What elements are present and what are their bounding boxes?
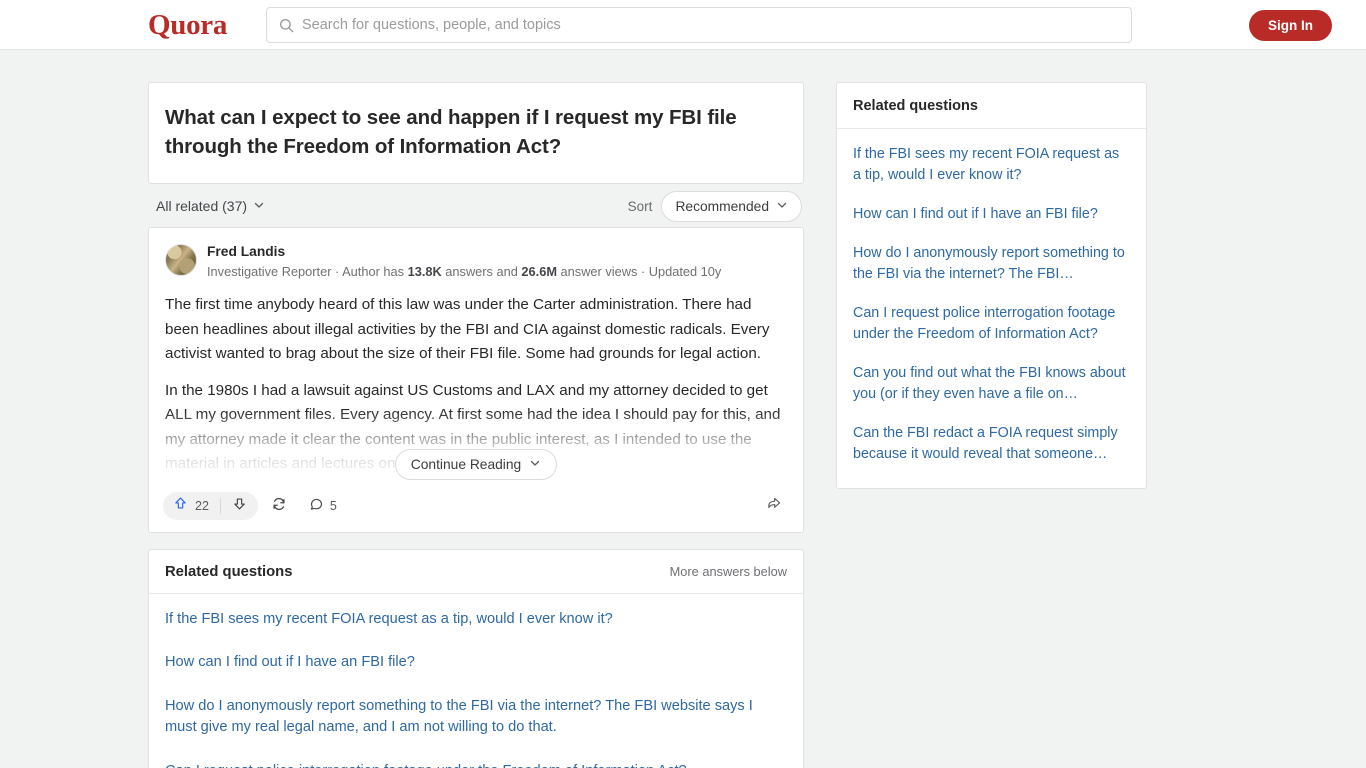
top-navigation-bar: Quora Sign In	[0, 0, 1366, 50]
avatar[interactable]	[165, 244, 197, 276]
upvote-button[interactable]: 22	[163, 492, 220, 520]
related-questions-header: Related questions More answers below	[149, 550, 803, 594]
comment-button[interactable]: 5	[300, 492, 346, 520]
all-related-filter[interactable]: All related (37)	[156, 198, 265, 214]
repost-button[interactable]	[262, 492, 296, 520]
sidebar-related-question-link[interactable]: Can the FBI redact a FOIA request simply…	[853, 414, 1130, 474]
sign-in-button[interactable]: Sign In	[1249, 10, 1332, 41]
author-meta-suffix: answer views · Updated 10y	[557, 264, 722, 279]
answer-filter-bar: All related (37) Sort Recommended	[148, 185, 804, 227]
answer-card: Fred Landis Investigative Reporter · Aut…	[148, 227, 804, 533]
continue-reading-label: Continue Reading	[410, 456, 522, 472]
downvote-button[interactable]	[221, 492, 258, 520]
answer-text: The first time anybody heard of this law…	[165, 293, 787, 367]
answer-content: Fred Landis Investigative Reporter · Aut…	[149, 228, 803, 486]
answer-action-bar: 22 5	[149, 486, 803, 532]
answer-truncated-region: In the 1980s I had a lawsuit against US …	[165, 367, 787, 486]
sidebar-related-questions-header: Related questions	[837, 83, 1146, 129]
byline-text: Fred Landis Investigative Reporter · Aut…	[207, 242, 721, 281]
question-card: What can I expect to see and happen if I…	[148, 82, 804, 184]
sidebar-related-question-link[interactable]: Can I request police interrogation foota…	[853, 294, 1130, 354]
search-icon	[279, 18, 294, 33]
answer-byline: Fred Landis Investigative Reporter · Aut…	[165, 242, 787, 281]
chevron-down-icon	[776, 199, 788, 214]
related-question-link[interactable]: How can I find out if I have an FBI file…	[165, 641, 787, 685]
more-answers-below-label: More answers below	[669, 564, 787, 579]
share-icon	[766, 495, 783, 517]
page-body: What can I expect to see and happen if I…	[0, 50, 1366, 768]
sort-value: Recommended	[675, 198, 769, 214]
related-question-link[interactable]: If the FBI sees my recent FOIA request a…	[165, 598, 787, 642]
author-views-count: 26.6M	[521, 264, 557, 279]
author-credentials: Investigative Reporter · Author has 13.8…	[207, 262, 721, 281]
sidebar-related-question-link[interactable]: If the FBI sees my recent FOIA request a…	[853, 135, 1130, 195]
upvote-icon	[173, 496, 188, 516]
answer-paragraph: The first time anybody heard of this law…	[165, 296, 770, 362]
continue-reading-button[interactable]: Continue Reading	[394, 448, 558, 480]
sort-controls: Sort Recommended	[627, 190, 802, 222]
sort-dropdown-button[interactable]: Recommended	[661, 190, 802, 222]
downvote-icon	[232, 496, 247, 516]
related-questions-card: Related questions More answers below If …	[148, 548, 804, 768]
sort-label: Sort	[627, 198, 653, 214]
sidebar-related-question-link[interactable]: Can you find out what the FBI knows abou…	[853, 354, 1130, 414]
author-name[interactable]: Fred Landis	[207, 243, 721, 261]
related-question-link[interactable]: Can I request police interrogation foota…	[165, 750, 787, 768]
all-related-label: All related (37)	[156, 198, 248, 214]
author-meta-prefix: Investigative Reporter · Author has	[207, 264, 408, 279]
related-question-link[interactable]: How do I anonymously report something to…	[165, 685, 787, 750]
related-questions-title: Related questions	[165, 563, 293, 580]
main-content-column: What can I expect to see and happen if I…	[148, 82, 804, 768]
vote-control: 22	[163, 491, 258, 520]
continue-reading-wrap: Continue Reading	[165, 448, 787, 480]
author-meta-middle: answers and	[441, 264, 522, 279]
author-answers-count: 13.8K	[407, 264, 442, 279]
sidebar-related-questions-title: Related questions	[853, 98, 978, 114]
answer-actions: 22 5	[163, 491, 346, 520]
upvote-count: 22	[195, 498, 209, 513]
sidebar-related-question-link[interactable]: How do I anonymously report something to…	[853, 234, 1130, 294]
related-questions-list: If the FBI sees my recent FOIA request a…	[149, 594, 803, 768]
page-title: What can I expect to see and happen if I…	[165, 106, 737, 158]
chevron-down-icon	[253, 198, 265, 214]
share-button[interactable]	[762, 495, 787, 517]
sidebar-related-questions-list: If the FBI sees my recent FOIA request a…	[837, 129, 1146, 488]
comment-icon	[309, 497, 324, 515]
chevron-down-icon	[529, 457, 541, 472]
sidebar-column: Related questions If the FBI sees my rec…	[836, 82, 1147, 489]
sidebar-related-question-link[interactable]: How can I find out if I have an FBI file…	[853, 195, 1130, 234]
repost-icon	[271, 496, 287, 515]
comment-count: 5	[329, 498, 337, 513]
search-input[interactable]	[302, 17, 1119, 33]
search-bar[interactable]	[266, 7, 1132, 43]
sidebar-related-questions-card: Related questions If the FBI sees my rec…	[836, 82, 1147, 489]
quora-logo[interactable]: Quora	[148, 8, 227, 42]
